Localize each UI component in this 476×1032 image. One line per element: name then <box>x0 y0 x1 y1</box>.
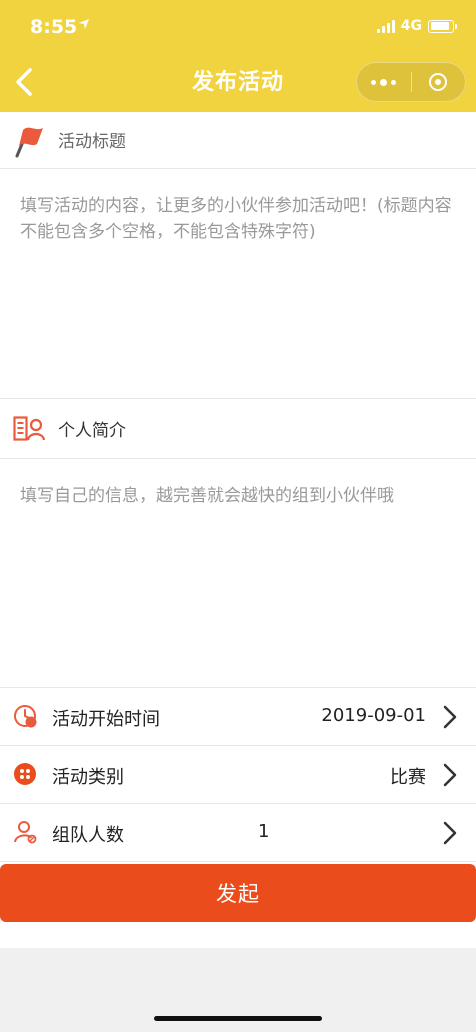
submit-button[interactable]: 发起 <box>0 864 476 922</box>
home-indicator[interactable] <box>154 1016 322 1021</box>
person-icon <box>14 821 37 844</box>
profile-card-icon <box>13 416 45 441</box>
flag-icon <box>15 127 43 158</box>
category-row[interactable]: 活动类别 比赛 <box>0 746 476 804</box>
category-value: 比赛 <box>390 767 426 788</box>
chevron-right-icon <box>443 705 457 729</box>
battery-icon <box>428 19 457 33</box>
signal-icon <box>376 19 395 33</box>
start-time-row[interactable]: 活动开始时间 2019-09-01 <box>0 688 476 746</box>
team-size-row[interactable]: 组队人数 1 <box>0 804 476 862</box>
personal-intro-input[interactable]: 填写自己的信息，越完善就会越快的组到小伙伴哦 <box>0 459 476 688</box>
location-arrow-icon <box>79 19 89 29</box>
activity-title-label: 活动标题 <box>58 132 126 152</box>
personal-intro-label: 个人简介 <box>58 421 126 441</box>
clock-icon <box>14 705 37 728</box>
description-placeholder: 填写活动的内容，让更多的小伙伴参加活动吧！(标题内容不能包含多个空格，不能包含特… <box>20 196 452 242</box>
team-size-value[interactable]: 1 <box>258 821 269 842</box>
chevron-right-icon <box>443 763 457 787</box>
category-icon <box>14 763 36 785</box>
close-capsule-icon[interactable] <box>412 73 466 91</box>
category-label: 活动类别 <box>52 767 124 788</box>
personal-intro-header: 个人简介 <box>0 399 476 459</box>
intro-placeholder: 填写自己的信息，越完善就会越快的组到小伙伴哦 <box>20 486 394 506</box>
activity-title-field[interactable]: 活动标题 <box>0 112 476 169</box>
activity-description-input[interactable]: 填写活动的内容，让更多的小伙伴参加活动吧！(标题内容不能包含多个空格，不能包含特… <box>0 169 476 399</box>
status-indicators: 4G <box>376 18 457 34</box>
mini-program-capsule <box>356 62 466 102</box>
team-size-label: 组队人数 <box>52 825 124 846</box>
chevron-right-icon <box>443 821 457 845</box>
status-time: 8:55 <box>30 16 78 38</box>
start-time-value: 2019-09-01 <box>321 705 426 726</box>
nav-header: 8:55 4G 发布活动 <box>0 0 476 112</box>
network-label: 4G <box>400 18 422 34</box>
start-time-label: 活动开始时间 <box>52 709 160 730</box>
form-card: 活动标题 填写活动的内容，让更多的小伙伴参加活动吧！(标题内容不能包含多个空格，… <box>0 112 476 948</box>
more-icon[interactable] <box>357 78 411 86</box>
